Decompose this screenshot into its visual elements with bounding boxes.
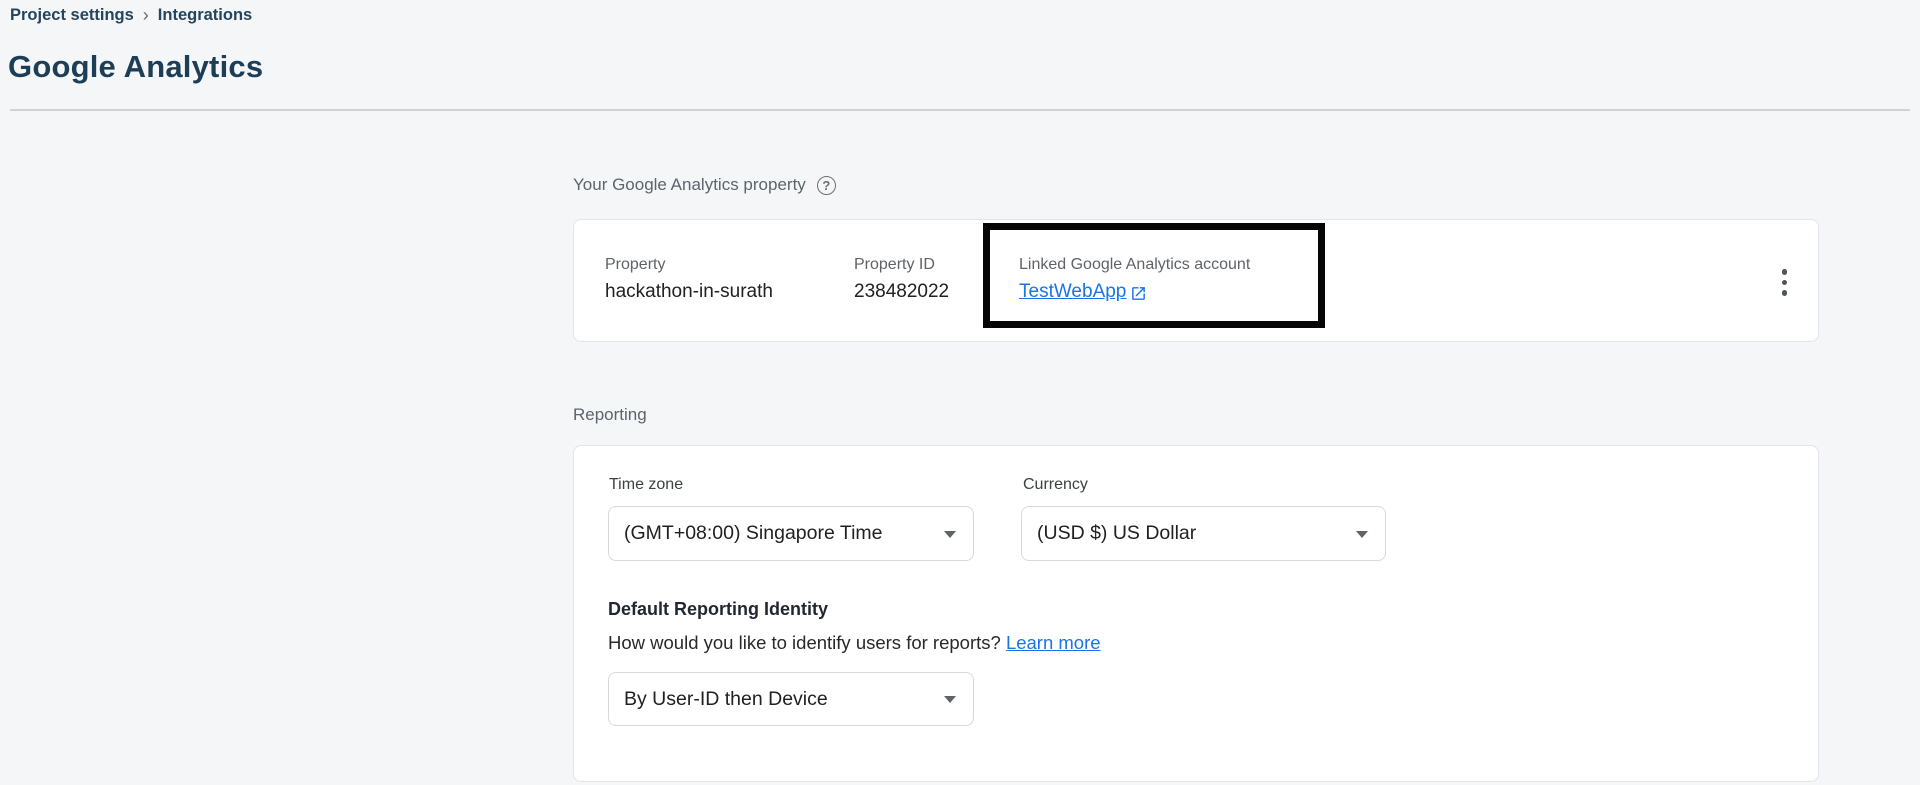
currency-value: (USD $) US Dollar xyxy=(1037,522,1196,545)
linked-account-link-text: TestWebApp xyxy=(1019,281,1126,303)
linked-account-label: Linked Google Analytics account xyxy=(1019,256,1250,274)
google-analytics-settings-page: Project settings › Integrations Google A… xyxy=(0,0,1920,785)
currency-select[interactable]: (USD $) US Dollar xyxy=(1021,506,1386,561)
chevron-right-icon: › xyxy=(143,6,149,24)
linked-account-link[interactable]: TestWebApp xyxy=(1019,281,1147,303)
breadcrumb: Project settings › Integrations xyxy=(10,6,252,25)
analytics-property-card: Property hackathon-in-surath Property ID… xyxy=(573,219,1819,342)
property-id-value: 238482022 xyxy=(854,281,1019,303)
learn-more-link[interactable]: Learn more xyxy=(1006,632,1101,653)
analytics-property-section: Your Google Analytics property ? xyxy=(573,175,836,195)
reporting-heading: Reporting xyxy=(573,405,647,425)
default-reporting-identity-heading: Default Reporting Identity xyxy=(608,599,828,620)
linked-account-field: Linked Google Analytics account TestWebA… xyxy=(1019,256,1250,303)
header-divider xyxy=(10,109,1910,111)
currency-label: Currency xyxy=(1023,476,1088,494)
help-icon[interactable]: ? xyxy=(817,176,836,195)
overflow-menu-button[interactable] xyxy=(1777,264,1793,301)
property-value: hackathon-in-surath xyxy=(605,281,854,303)
dropdown-arrow-icon xyxy=(1356,531,1368,538)
analytics-property-heading: Your Google Analytics property xyxy=(573,175,806,195)
kebab-dot xyxy=(1782,280,1788,286)
property-id-label: Property ID xyxy=(854,256,1019,274)
property-label: Property xyxy=(605,256,854,274)
property-field: Property hackathon-in-surath xyxy=(605,256,854,303)
time-zone-value: (GMT+08:00) Singapore Time xyxy=(624,522,883,545)
open-in-new-icon xyxy=(1130,285,1147,302)
reporting-card: Time zone (GMT+08:00) Singapore Time Cur… xyxy=(573,445,1819,782)
dropdown-arrow-icon xyxy=(944,531,956,538)
identity-question-label: How would you like to identify users for… xyxy=(608,632,1001,653)
property-fields-row: Property hackathon-in-surath Property ID… xyxy=(574,220,1818,303)
time-zone-label: Time zone xyxy=(609,476,683,494)
kebab-dot xyxy=(1782,269,1788,275)
dropdown-arrow-icon xyxy=(944,696,956,703)
property-id-field: Property ID 238482022 xyxy=(854,256,1019,303)
page-title: Google Analytics xyxy=(8,49,263,85)
reporting-identity-select[interactable]: By User-ID then Device xyxy=(608,672,974,726)
time-zone-select[interactable]: (GMT+08:00) Singapore Time xyxy=(608,506,974,561)
breadcrumb-project-settings[interactable]: Project settings xyxy=(10,6,134,25)
breadcrumb-integrations[interactable]: Integrations xyxy=(158,6,252,25)
identity-question-text: How would you like to identify users for… xyxy=(608,632,1101,654)
reporting-section: Reporting xyxy=(573,405,647,425)
reporting-identity-value: By User-ID then Device xyxy=(624,688,828,711)
kebab-dot xyxy=(1782,290,1788,296)
